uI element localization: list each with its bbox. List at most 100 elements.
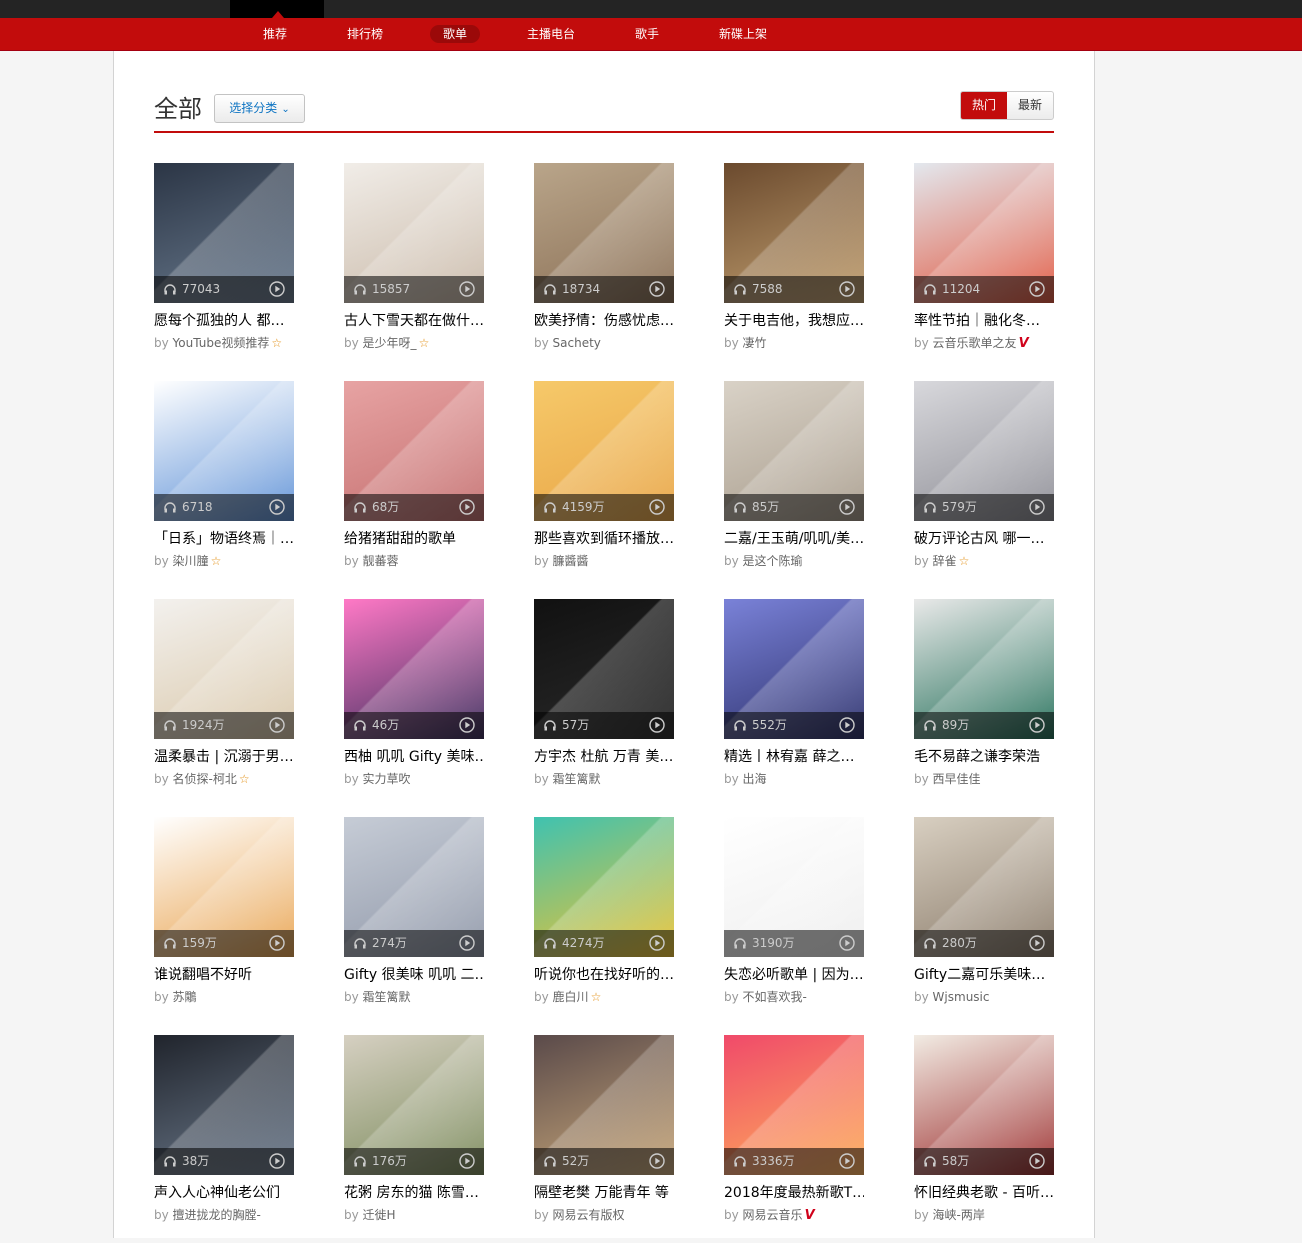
author-link[interactable]: Sachety xyxy=(553,336,601,350)
playlist-cover[interactable]: 52万 xyxy=(534,1035,674,1175)
play-icon[interactable] xyxy=(1029,499,1045,515)
sort-hot-button[interactable]: 热门 xyxy=(961,92,1007,119)
author-link[interactable]: 擅进拢龙的胸膛- xyxy=(173,1208,261,1222)
playlist-title[interactable]: 率性节拍｜融化冬… xyxy=(914,311,1054,331)
play-icon[interactable] xyxy=(649,281,665,297)
play-icon[interactable] xyxy=(459,717,475,733)
author-link[interactable]: 实力草吹 xyxy=(363,772,411,786)
playlist-title[interactable]: 2018年度最热新歌T… xyxy=(724,1183,864,1203)
play-icon[interactable] xyxy=(459,1153,475,1169)
author-link[interactable]: 海峡-两岸 xyxy=(933,1208,985,1222)
playlist-title[interactable]: 古人下雪天都在做什… xyxy=(344,311,484,331)
playlist-cover[interactable]: 58万 xyxy=(914,1035,1054,1175)
playlist-title[interactable]: 精选丨林宥嘉 薛之… xyxy=(724,747,864,767)
author-link[interactable]: 辞雀 xyxy=(933,554,957,568)
play-icon[interactable] xyxy=(1029,1153,1045,1169)
play-icon[interactable] xyxy=(459,935,475,951)
author-link[interactable]: 凄竹 xyxy=(743,336,767,350)
play-icon[interactable] xyxy=(269,935,285,951)
sort-new-button[interactable]: 最新 xyxy=(1007,92,1053,119)
nav-item-0[interactable]: 推荐 xyxy=(250,25,300,43)
play-icon[interactable] xyxy=(839,935,855,951)
playlist-title[interactable]: 怀旧经典老歌 - 百听… xyxy=(914,1183,1054,1203)
playlist-cover[interactable]: 176万 xyxy=(344,1035,484,1175)
playlist-cover[interactable]: 57万 xyxy=(534,599,674,739)
playlist-title[interactable]: 声入人心神仙老公们 xyxy=(154,1183,294,1203)
playlist-title[interactable]: 关于电吉他，我想应… xyxy=(724,311,864,331)
playlist-cover[interactable]: 15857 xyxy=(344,163,484,303)
playlist-title[interactable]: 毛不易薛之谦李荣浩 xyxy=(914,747,1054,767)
playlist-title[interactable]: 破万评论古风 哪一… xyxy=(914,529,1054,549)
nav-item-4[interactable]: 歌手 xyxy=(622,25,672,43)
play-icon[interactable] xyxy=(649,935,665,951)
select-category-button[interactable]: 选择分类 ⌄ xyxy=(214,94,305,123)
playlist-title[interactable]: 西柚 叽叽 Gifty 美味… xyxy=(344,747,484,767)
author-link[interactable]: 网易云有版权 xyxy=(553,1208,625,1222)
play-icon[interactable] xyxy=(1029,281,1045,297)
playlist-cover[interactable]: 11204 xyxy=(914,163,1054,303)
playlist-title[interactable]: 二嘉/王玉萌/叽叽/美… xyxy=(724,529,864,549)
playlist-cover[interactable]: 280万 xyxy=(914,817,1054,957)
play-icon[interactable] xyxy=(269,717,285,733)
playlist-cover[interactable]: 18734 xyxy=(534,163,674,303)
play-icon[interactable] xyxy=(839,499,855,515)
playlist-cover[interactable]: 7588 xyxy=(724,163,864,303)
playlist-title[interactable]: 给猪猪甜甜的歌单 xyxy=(344,529,484,549)
playlist-title[interactable]: 欧美抒情：伤感忧虑… xyxy=(534,311,674,331)
author-link[interactable]: 出海 xyxy=(743,772,767,786)
author-link[interactable]: 西早佳佳 xyxy=(933,772,981,786)
playlist-title[interactable]: 谁说翻唱不好听 xyxy=(154,965,294,985)
author-link[interactable]: 迁徙H xyxy=(363,1208,396,1222)
author-link[interactable]: 霜笙篱默 xyxy=(363,990,411,1004)
playlist-cover[interactable]: 85万 xyxy=(724,381,864,521)
playlist-cover[interactable]: 274万 xyxy=(344,817,484,957)
play-icon[interactable] xyxy=(1029,935,1045,951)
playlist-title[interactable]: Gifty 很美味 叽叽 二… xyxy=(344,965,484,985)
playlist-cover[interactable]: 3190万 xyxy=(724,817,864,957)
playlist-cover[interactable]: 38万 xyxy=(154,1035,294,1175)
playlist-title[interactable]: 温柔暴击 | 沉溺于男… xyxy=(154,747,294,767)
author-link[interactable]: 是少年呀_ xyxy=(363,336,417,350)
playlist-cover[interactable]: 3336万 xyxy=(724,1035,864,1175)
playlist-title[interactable]: 方宇杰 杜航 万青 美… xyxy=(534,747,674,767)
play-icon[interactable] xyxy=(1029,717,1045,733)
author-link[interactable]: 云音乐歌单之友 xyxy=(933,336,1017,350)
play-icon[interactable] xyxy=(649,1153,665,1169)
playlist-cover[interactable]: 4159万 xyxy=(534,381,674,521)
nav-item-5[interactable]: 新碟上架 xyxy=(706,25,780,43)
nav-item-1[interactable]: 排行榜 xyxy=(334,25,396,43)
playlist-title[interactable]: Gifty二嘉可乐美味… xyxy=(914,965,1054,985)
playlist-cover[interactable]: 6718 xyxy=(154,381,294,521)
author-link[interactable]: Wjsmusic xyxy=(933,990,990,1004)
author-link[interactable]: 网易云音乐 xyxy=(743,1208,803,1222)
playlist-cover[interactable]: 4274万 xyxy=(534,817,674,957)
playlist-cover[interactable]: 1924万 xyxy=(154,599,294,739)
playlist-title[interactable]: 愿每个孤独的人 都… xyxy=(154,311,294,331)
play-icon[interactable] xyxy=(839,281,855,297)
play-icon[interactable] xyxy=(269,281,285,297)
playlist-title[interactable]: 那些喜欢到循环播放… xyxy=(534,529,674,549)
playlist-cover[interactable]: 89万 xyxy=(914,599,1054,739)
nav-item-2[interactable]: 歌单 xyxy=(430,25,481,43)
author-link[interactable]: 霜笙篱默 xyxy=(553,772,601,786)
author-link[interactable]: YouTube视频推荐 xyxy=(173,336,270,350)
playlist-cover[interactable]: 159万 xyxy=(154,817,294,957)
play-icon[interactable] xyxy=(459,281,475,297)
playlist-title[interactable]: 失恋必听歌单 | 因为… xyxy=(724,965,864,985)
playlist-title[interactable]: 「日系」物语终焉｜… xyxy=(154,529,294,549)
play-icon[interactable] xyxy=(839,1153,855,1169)
author-link[interactable]: 臁醬醬 xyxy=(553,554,589,568)
play-icon[interactable] xyxy=(649,717,665,733)
playlist-cover[interactable]: 579万 xyxy=(914,381,1054,521)
playlist-title[interactable]: 隔壁老樊 万能青年 等 xyxy=(534,1183,674,1203)
author-link[interactable]: 鹿白川 xyxy=(553,990,589,1004)
playlist-cover[interactable]: 68万 xyxy=(344,381,484,521)
author-link[interactable]: 靓蕃蓉 xyxy=(363,554,399,568)
author-link[interactable]: 苏鷴 xyxy=(173,990,197,1004)
play-icon[interactable] xyxy=(269,499,285,515)
playlist-cover[interactable]: 552万 xyxy=(724,599,864,739)
nav-item-3[interactable]: 主播电台 xyxy=(514,25,588,43)
play-icon[interactable] xyxy=(839,717,855,733)
author-link[interactable]: 是这个陈瑜 xyxy=(743,554,803,568)
playlist-title[interactable]: 听说你也在找好听的… xyxy=(534,965,674,985)
